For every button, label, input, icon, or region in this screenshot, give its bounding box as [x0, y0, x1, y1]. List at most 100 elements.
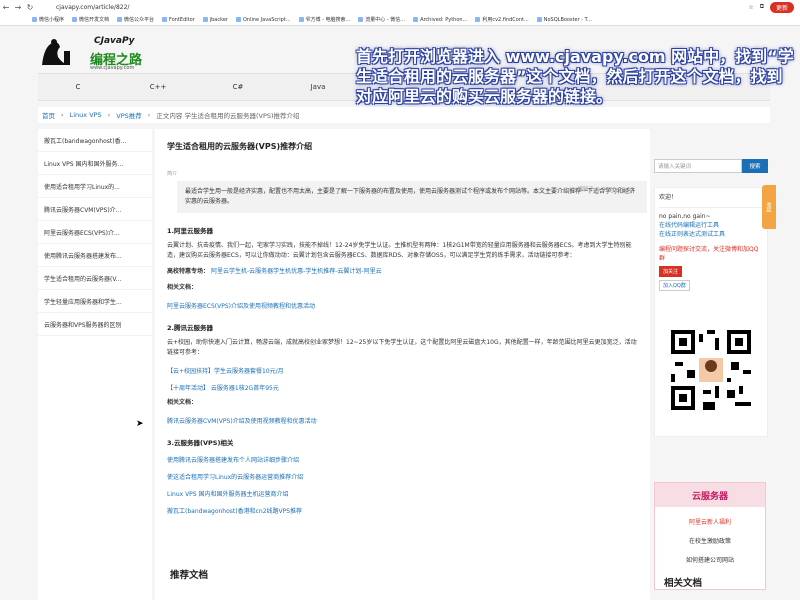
sidebar-item[interactable]: Linux VPS 国内和国外服务...	[38, 152, 152, 175]
tool-link-regex[interactable]: 在线正则表达式测试工具	[659, 230, 763, 239]
summary-label: 简介	[167, 171, 178, 177]
section-related: 3.云服务器(VPS)相关	[167, 439, 234, 447]
bookmark[interactable]: Online JavaScript...	[235, 17, 291, 23]
nav-item-csharp[interactable]: C#	[198, 83, 278, 91]
breadcrumb-home[interactable]: 首页	[42, 110, 55, 120]
sidebar-item[interactable]: 使用适合租用学习Linux的...	[38, 175, 152, 198]
bookmark[interactable]: FontEditor	[162, 17, 195, 23]
bookmark-icon	[162, 17, 168, 22]
welcome-panel: 欢迎！ no pain,no gain~ 在线代码编辑运行工具 在线正则表达式测…	[654, 187, 768, 437]
address-bar: ← → ↻ cjavapy.com/article/822/ ☆ ⧉ 更新	[0, 0, 800, 14]
motto: no pain,no gain~	[659, 213, 711, 220]
cloud-server-panel: 云服务器 阿里云新人福利 在校生激励政策 如何搭建公司网站	[654, 482, 766, 590]
sidebar-item[interactable]: 阿里云服务器ECS(VPS)介...	[38, 221, 152, 244]
sidebar-item[interactable]: 搬瓦工(bandwagonhost)香...	[38, 129, 152, 152]
star-icon[interactable]: ☆	[748, 4, 753, 11]
bookmark[interactable]: 微信开发文档	[72, 16, 109, 23]
paragraph-aliyun: 云翼计划、抗击疫情、我们一起，宅家学习实践，技能不掉线！12-24岁免学生认证。…	[167, 242, 632, 259]
sidebar-item[interactable]: 使用腾讯云服务器搭建发布...	[38, 244, 152, 267]
section-aliyun: 1.阿里云服务器	[167, 227, 213, 235]
aliyun-ecs-link[interactable]: 阿里云服务器ECS(VPS)介绍及使用视频教程和优惠活动	[167, 301, 638, 310]
bookmark-icon	[235, 17, 241, 22]
web-page: CJavaPy 编程之路 www.cjavapy.com C C++ C# Ja…	[0, 27, 800, 600]
logo-url: www.cjavapy.com	[90, 65, 135, 71]
qr-code-icon	[671, 330, 751, 410]
qq-group-button[interactable]: 加入QQ群	[659, 280, 690, 291]
search-input[interactable]: 请输入关键词	[654, 159, 742, 173]
site-logo[interactable]: CJavaPy 编程之路 www.cjavapy.com	[38, 33, 148, 73]
recommend-heading: 推荐文档	[170, 570, 209, 581]
promo-text: 编程问题探讨交流，关注微博和加QQ群	[659, 246, 759, 262]
search-button[interactable]: 搜索	[742, 159, 768, 173]
cloud-server-title: 云服务器	[655, 483, 765, 507]
article: 学生适合租用的云服务器(VPS)推荐介绍 levi 编辑于 ⊙ 2020-09-…	[155, 129, 650, 600]
bookmarks-bar: 微信小程序 微信开发文档 微信公众平台 FontEditor jbacker O…	[0, 14, 800, 26]
browser-window: ← → ↻ cjavapy.com/article/822/ ☆ ⧉ 更新 微信…	[0, 0, 800, 600]
extensions-icon[interactable]: ⧉	[760, 3, 764, 11]
reload-icon[interactable]: ↻	[24, 3, 36, 12]
cloud-link-aliyun[interactable]: 阿里云新人福利	[655, 517, 765, 526]
sidebar-item[interactable]: 腾讯云服务器CVM(VPS)介...	[38, 198, 152, 221]
welcome-title: 欢迎！	[659, 194, 678, 201]
bookmark-icon	[475, 17, 481, 22]
related-label: 相关文档：	[167, 284, 198, 291]
bookmark-icon	[32, 17, 37, 22]
nav-item-java[interactable]: Java	[278, 83, 358, 91]
logo-title: CJavaPy	[94, 36, 135, 46]
section-tencent: 2.腾讯云服务器	[167, 324, 213, 332]
paragraph-tencent: 云+校园，助你快速入门云计算，畅游云端，成就高校创业家梦想！12~25岁以下免学…	[167, 339, 637, 356]
breadcrumb-linux-vps[interactable]: Linux VPS	[70, 111, 102, 119]
related-heading: 相关文档	[664, 578, 703, 589]
breadcrumb-current: 正文内容 学生适合租用的云服务器(VPS)推荐介绍	[156, 112, 300, 120]
aliyun-student-link[interactable]: 阿里云学生机-云服务器学生机优惠-学生机推荐-云翼计划-阿里云	[211, 268, 382, 275]
bookmark-icon	[358, 17, 364, 22]
bookmark-icon	[536, 17, 542, 22]
mouse-cursor-icon: ➤	[136, 419, 144, 429]
related-label: 相关文档：	[167, 399, 198, 406]
related-link[interactable]: 使用腾讯云服务器搭建发布个人网站详细步骤介绍	[167, 455, 638, 464]
logo-figure-icon	[42, 39, 70, 65]
tencent-campus-link[interactable]: 【云+校园扶持】学生云服务器套餐10元/月	[167, 366, 638, 375]
bookmark[interactable]: 流量中心 - 微信...	[358, 16, 405, 23]
weibo-follow-button[interactable]: 加关注	[659, 266, 683, 277]
bookmark[interactable]: 微信公众平台	[117, 16, 154, 23]
breadcrumb: 首页 › Linux VPS › VPS推荐 › 正文内容 学生适合租用的云服务…	[38, 107, 770, 123]
related-link[interactable]: 搬瓦工(bandwagonhost)香港和cn2线路VPS推荐	[167, 506, 638, 515]
article-meta: levi 编辑于 ⊙ 2020-09-11	[565, 187, 634, 193]
sidebar-item[interactable]: 学生适合租用的云服务器(V...	[38, 267, 152, 290]
sidebar-item[interactable]: 学生轻量应用服务器和学生...	[38, 290, 152, 313]
bookmark[interactable]: jbacker	[202, 17, 228, 23]
cloud-link-student[interactable]: 在校生激励政策	[655, 536, 765, 545]
bookmark[interactable]: NoSQLBooster - T...	[536, 17, 592, 23]
bookmark-icon	[298, 17, 304, 22]
sidebar-item[interactable]: 云服务器和VPS服务器的区别	[38, 313, 152, 336]
tencent-cvm-link[interactable]: 腾讯云服务器CVM(VPS)介绍及使用视频教程和优惠活动	[167, 416, 638, 425]
bookmark-icon	[72, 17, 78, 22]
related-link[interactable]: 使这适合租用学习Linux的云服务器运营商推荐介绍	[167, 472, 638, 481]
nav-item-c[interactable]: C	[38, 83, 118, 91]
url-input[interactable]: cjavapy.com/article/822/	[56, 4, 748, 11]
cloud-link-company[interactable]: 如何搭建公司网站	[655, 555, 765, 564]
back-icon[interactable]: ←	[0, 3, 12, 12]
bookmark-icon	[117, 17, 123, 22]
bookmark[interactable]: 微信小程序	[32, 16, 64, 23]
bookmark-icon	[202, 17, 208, 22]
special-row: 高校特惠专场： 阿里云学生机-云服务器学生机优惠-学生机推荐-云翼计划-阿里云	[167, 267, 638, 277]
bookmark-icon	[413, 17, 419, 22]
side-collapse-tab[interactable]: 收起	[762, 185, 776, 229]
update-button[interactable]: 更新	[769, 1, 794, 13]
tencent-anniversary-link[interactable]: 【十周年活动】 云服务器1核2G首年95元	[167, 383, 638, 392]
right-column: 请输入关键词 搜索 欢迎！ no pain,no gain~ 在线代码编辑运行工…	[654, 159, 768, 437]
tool-link-code[interactable]: 在线代码编辑运行工具	[659, 221, 763, 230]
forward-icon[interactable]: →	[12, 3, 24, 12]
bookmark[interactable]: 爷方博 - 电脑搜索...	[298, 16, 350, 23]
instruction-overlay: 首先打开浏览器进入 www.cjavapy.com 网站中，找到“学生适合租用的…	[356, 47, 794, 106]
bookmark[interactable]: 利用cv2.findCont...	[475, 16, 529, 23]
sidebar: 搬瓦工(bandwagonhost)香... Linux VPS 国内和国外服务…	[38, 129, 152, 600]
breadcrumb-vps-recommend[interactable]: VPS推荐	[116, 110, 142, 120]
nav-item-cpp[interactable]: C++	[118, 83, 198, 91]
bookmark[interactable]: Archived: Python...	[413, 17, 467, 23]
special-label: 高校特惠专场：	[167, 268, 210, 275]
related-link[interactable]: Linux VPS 国内和国外服务器主机运营商介绍	[167, 489, 638, 498]
article-title: 学生适合租用的云服务器(VPS)推荐介绍	[167, 142, 313, 151]
